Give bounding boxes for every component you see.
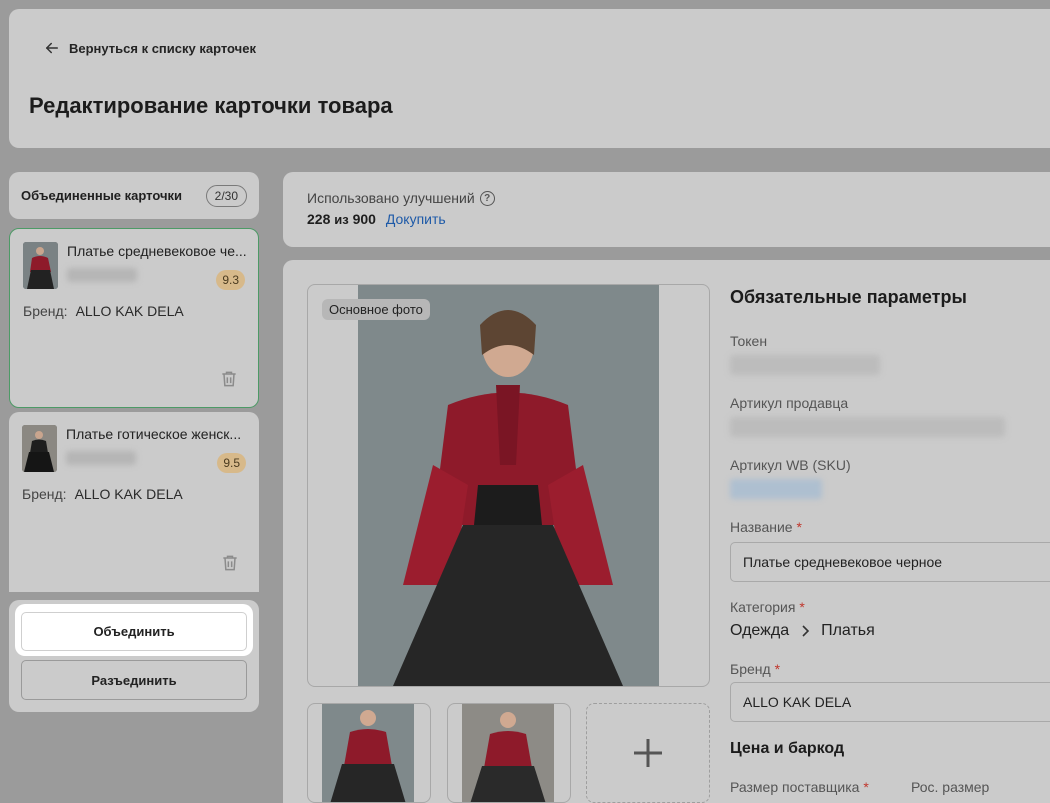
card-title: Платье средневековое че... — [67, 243, 247, 259]
card-editor: Основное фото Обязательные параметры Ток… — [283, 260, 1050, 803]
required-mark: * — [863, 779, 869, 795]
seller-article-label: Артикул продавца — [730, 395, 849, 411]
arrow-left-icon — [46, 42, 58, 54]
brand-value: ALLO KAK DELA — [74, 486, 183, 502]
required-mark: * — [799, 599, 805, 615]
back-to-list-link[interactable]: Вернуться к списку карточек — [43, 39, 256, 57]
improvements-value: 228 из 900 Докупить — [307, 211, 446, 227]
token-value-blurred — [730, 355, 880, 375]
price-barcode-title: Цена и баркод — [730, 740, 845, 757]
merged-cards-header: Объединенные карточки 2/30 — [9, 172, 259, 219]
page-title: Редактирование карточки товара — [29, 93, 393, 118]
improvements-used: 228 — [307, 211, 331, 227]
photo-thumbnail-1[interactable] — [307, 703, 431, 803]
card-sku-blurred — [66, 451, 136, 465]
improvements-label: Использовано улучшений ? — [307, 190, 495, 206]
main-photo-frame[interactable]: Основное фото — [307, 284, 710, 687]
name-label: Название * — [730, 519, 802, 535]
photo-thumbnail-2[interactable] — [447, 703, 571, 803]
brand-label: Бренд: — [22, 486, 67, 502]
ru-size-label: Рос. размер — [911, 779, 990, 795]
card-thumbnail — [23, 242, 58, 289]
thumbnail-image — [462, 704, 554, 802]
brand-label-text: Бренд — [730, 661, 771, 677]
thumbnail-image — [322, 704, 414, 802]
main-photo — [358, 285, 659, 686]
merged-card-1[interactable]: Платье средневековое че... 9.3 Бренд: ALL… — [9, 228, 259, 408]
brand-label: Бренд: — [23, 303, 68, 319]
wb-sku-label: Артикул WB (SKU) — [730, 457, 851, 473]
chevron-right-icon — [802, 625, 810, 637]
brand-value: ALLO KAK DELA — [75, 303, 184, 319]
rating-badge: 9.5 — [217, 453, 246, 473]
wb-sku-blurred — [730, 479, 822, 499]
name-field[interactable]: Платье средневековое черное — [730, 542, 1050, 582]
page-header: Вернуться к списку карточек Редактирован… — [9, 9, 1050, 148]
back-link-label: Вернуться к списку карточек — [69, 40, 256, 56]
improvements-panel: Использовано улучшений ? 228 из 900 Доку… — [283, 172, 1050, 247]
brand-field[interactable]: ALLO KAK DELA — [730, 682, 1050, 722]
plus-icon — [634, 739, 662, 767]
merged-cards-title: Объединенные карточки — [21, 188, 183, 203]
merged-count-badge: 2/30 — [205, 184, 247, 207]
improvements-of: из — [334, 212, 349, 227]
supplier-size-label: Размер поставщика * — [730, 779, 869, 795]
card-brand: Бренд: ALLO KAK DELA — [23, 303, 184, 319]
brand-field-label: Бренд * — [730, 661, 780, 677]
supplier-size-text: Размер поставщика — [730, 779, 860, 795]
merge-button-highlight: Объединить — [15, 604, 253, 656]
merge-button[interactable]: Объединить — [21, 612, 247, 651]
token-label: Токен — [730, 333, 768, 349]
improvements-total: 900 — [352, 211, 376, 227]
required-params-title: Обязательные параметры — [730, 287, 967, 307]
merged-card-2[interactable]: Платье готическое женск... 9.5 Бренд: ALL… — [9, 412, 259, 592]
improvements-label-text: Использовано улучшений — [307, 190, 475, 206]
card-brand: Бренд: ALLO KAK DELA — [22, 486, 183, 502]
trash-icon[interactable] — [219, 369, 239, 389]
buy-more-link[interactable]: Докупить — [386, 211, 446, 227]
category-label-text: Категория — [730, 599, 796, 615]
add-photo-button[interactable] — [586, 703, 710, 803]
card-title: Платье готическое женск... — [66, 426, 242, 442]
seller-article-blurred — [730, 417, 1005, 437]
main-photo-tag: Основное фото — [322, 299, 430, 320]
required-mark: * — [774, 661, 781, 677]
card-thumbnail — [22, 425, 57, 472]
help-icon[interactable]: ? — [479, 190, 495, 206]
rating-badge: 9.3 — [216, 270, 245, 290]
required-mark: * — [796, 519, 802, 535]
category-level-2: Платья — [821, 622, 875, 639]
name-label-text: Название — [730, 519, 793, 535]
category-label: Категория * — [730, 599, 805, 615]
trash-icon[interactable] — [220, 553, 240, 573]
category-level-1: Одежда — [730, 622, 790, 639]
split-button[interactable]: Разъединить — [21, 660, 247, 700]
category-path[interactable]: Одежда Платья — [730, 622, 875, 640]
card-sku-blurred — [67, 268, 137, 282]
merge-actions: Объединить Разъединить — [9, 600, 259, 712]
